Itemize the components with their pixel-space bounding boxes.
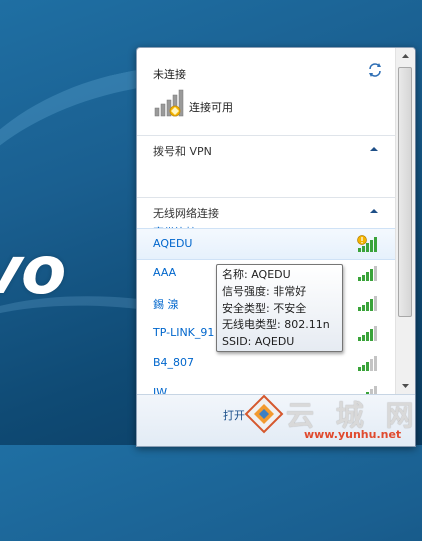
tooltip-line-signal: 信号强度: 非常好 (222, 284, 307, 298)
group-header-dialup[interactable]: 拨号和 VPN (137, 136, 395, 164)
group-label-wireless: 无线网络连接 (153, 207, 219, 220)
group-label-dialup: 拨号和 VPN (153, 145, 212, 158)
refresh-icon[interactable] (367, 62, 383, 78)
wifi-signal-icon (358, 356, 377, 371)
tooltip-line-radio: 无线电类型: 802.11n (222, 318, 330, 332)
signal-available-icon (154, 89, 184, 117)
tooltip-line-ssid: SSID: AQEDU (222, 335, 295, 349)
wifi-signal-icon (366, 386, 377, 394)
wifi-signal-icon (358, 296, 377, 311)
scroll-down-arrow-icon[interactable] (396, 377, 415, 394)
watermark-url: www.yunhu.net (304, 428, 402, 441)
tooltip-line-name: 名称: AQEDU (222, 268, 291, 281)
chevron-up-icon[interactable] (369, 144, 379, 154)
scroll-up-arrow-icon[interactable] (396, 48, 415, 65)
wifi-network-row[interactable]: JW (137, 378, 395, 394)
connection-available-text: 连接可用 (189, 101, 233, 114)
wifi-network-row[interactable]: B4_807 (137, 348, 395, 378)
network-tooltip: 名称: AQEDU 信号强度: 非常好 安全类型: 不安全 无线电类型: 802… (216, 264, 343, 352)
wifi-signal-icon (358, 326, 377, 341)
wifi-signal-icon (358, 266, 377, 281)
wifi-network-name: 錫 湶 (153, 298, 179, 311)
watermark: 云 城 网 www.yunhu.net (244, 394, 422, 445)
wifi-network-name: TP-LINK_91 (153, 326, 215, 339)
watermark-logo-icon (244, 394, 284, 434)
wifi-network-name: AQEDU (153, 237, 193, 250)
network-flyout: 未连接 连接可用 拨号和 VPN 无线网络连接 AQEDU AAA 錫 湶 TP… (136, 47, 416, 447)
wifi-network-name: JW (153, 386, 168, 394)
wifi-network-row[interactable]: AQEDU (137, 228, 395, 260)
wifi-network-name: B4_807 (153, 356, 195, 369)
status-title: 未连接 (153, 68, 186, 81)
chevron-up-icon[interactable] (369, 206, 379, 216)
group-header-wireless[interactable]: 无线网络连接 (137, 198, 395, 226)
tooltip-line-security: 安全类型: 不安全 (222, 301, 307, 315)
open-network-center-link[interactable]: 打开 (223, 407, 245, 423)
wifi-signal-unsecured-icon (357, 235, 377, 252)
wallpaper-logo: vo (0, 232, 66, 309)
scroll-thumb[interactable] (398, 67, 412, 317)
connection-status: 未连接 连接可用 (137, 48, 395, 135)
wifi-network-name: AAA (153, 266, 177, 279)
scrollbar[interactable] (395, 48, 415, 394)
